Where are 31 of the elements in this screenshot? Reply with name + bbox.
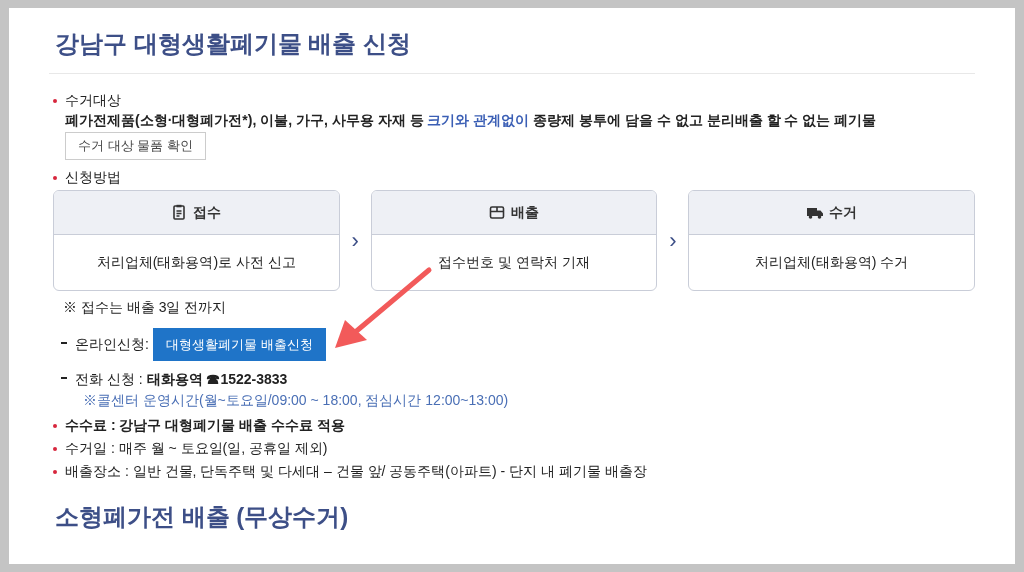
check-items-button[interactable]: 수거 대상 물품 확인 xyxy=(65,131,206,160)
note-text: ※ 접수는 배출 3일 전까지 xyxy=(63,297,228,317)
bullet-dot xyxy=(53,175,57,180)
description-text: 폐가전제품(소형·대형폐가전*), 이불, 가구, 사무용 자재 등 크기와 관계없이 종량제 봉투에 담을 수 없고 분리배출 할 수 없는 폐기물 xyxy=(65,110,877,130)
step-text: 접수번호 및 연락처 기재 xyxy=(438,252,590,272)
step-text: 처리업체(태화용역) 수거 xyxy=(755,252,909,272)
apply-online-button[interactable]: 대형생활폐기물 배출신청 xyxy=(152,327,326,362)
step-text: 처리업체(태화용역)로 사전 신고 xyxy=(96,252,296,272)
info-text: 배출장소 : 일반 건물, 단독주택 및 다세대 – 건물 앞/ 공동주택(아파트) - 단지 내 폐기물 배출장 xyxy=(65,462,647,482)
chevron-icon: › xyxy=(339,223,371,257)
phone-text: 전화 신청 : 태화용역 ☎1522-3833 xyxy=(75,370,288,390)
bullet-dot xyxy=(53,424,57,429)
online-label: 온라인신청: xyxy=(75,335,149,355)
info-text: 수거일 : 매주 월 ~ 토요일(일, 공휴일 제외) xyxy=(65,439,328,459)
step-title: 배출 xyxy=(511,202,539,222)
dash-mark xyxy=(61,341,67,344)
bullet-dot xyxy=(53,98,57,103)
bullet-dot xyxy=(53,470,57,475)
section-title: 소형폐가전 배출 (무상수거) xyxy=(55,503,350,533)
clipboard-icon xyxy=(171,204,188,221)
bullet-dot xyxy=(53,447,57,452)
dash-mark xyxy=(61,376,67,379)
hours-text: ※콜센터 운영시간(월~토요일/09:00 ~ 18:00, 점심시간 12:00~13:00) xyxy=(83,391,510,411)
page-title: 강남구 대형생활폐기물 배출 신청 xyxy=(55,30,412,59)
info-text: 수수료 : 강남구 대형폐기물 배출 수수료 적용 xyxy=(65,416,345,436)
step-title: 접수 xyxy=(193,202,222,222)
box-icon xyxy=(489,204,505,221)
chevron-icon: › xyxy=(657,223,689,257)
step-title: 수거 xyxy=(828,202,857,222)
item-label: 신청방법 xyxy=(65,167,121,187)
item-label: 수거대상 xyxy=(65,90,122,110)
